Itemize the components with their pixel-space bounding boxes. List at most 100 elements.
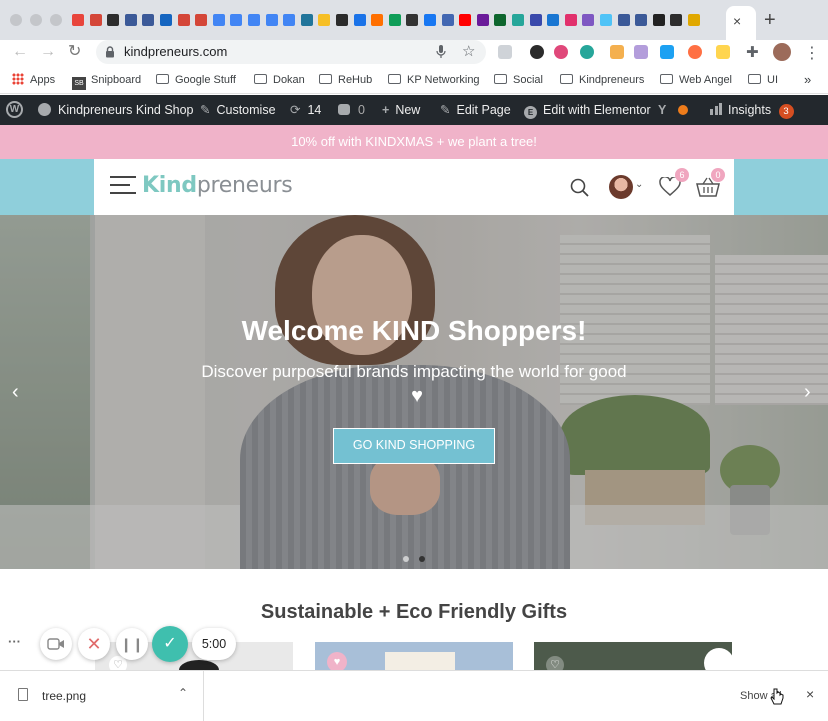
pinned-tab-favicon[interactable] (388, 14, 401, 26)
pinned-tab-favicon[interactable] (688, 14, 700, 26)
pinned-tab-favicon[interactable] (124, 14, 137, 26)
pinned-tab-favicon[interactable] (248, 14, 260, 26)
extension-icon[interactable] (688, 45, 702, 59)
window-close-button[interactable] (10, 14, 22, 26)
updates-link[interactable]: ⟳ 14 (290, 103, 321, 117)
pinned-tab-favicon[interactable] (564, 14, 577, 26)
pinned-tab-favicon[interactable] (406, 14, 419, 26)
bookmark-apps[interactable]: Apps (12, 72, 55, 88)
share-icon[interactable] (498, 45, 512, 59)
chevron-down-icon[interactable]: ⌄ (635, 179, 643, 190)
camera-toggle-icon[interactable] (40, 628, 72, 660)
edit-page-link[interactable]: ✎ Edit Page (440, 103, 511, 117)
slider-dot[interactable] (403, 556, 409, 562)
close-download-bar-icon[interactable]: × (806, 686, 814, 702)
pinned-tab-favicon[interactable] (600, 14, 612, 26)
yoast-seo-link[interactable]: Y (658, 103, 689, 117)
edit-with-elementor-link[interactable]: E Edit with Elementor (524, 103, 651, 119)
bookmark-snipboard[interactable]: SB Snipboard (72, 72, 141, 90)
highlighter-extension-icon[interactable] (716, 45, 730, 59)
account-avatar[interactable] (609, 175, 633, 199)
pinned-tab-favicon[interactable] (107, 14, 120, 26)
pinned-tab-favicon[interactable] (635, 14, 648, 26)
color-extension-icon[interactable] (554, 45, 568, 59)
extensions-puzzle-icon[interactable]: ✚ (746, 43, 759, 61)
pinned-tab-favicon[interactable] (89, 14, 102, 26)
bookmark-rehub[interactable]: ReHub (319, 72, 372, 88)
back-button[interactable]: ← (12, 42, 28, 62)
search-icon[interactable] (570, 178, 590, 198)
pinned-tab-favicon[interactable] (441, 14, 454, 26)
microphone-icon[interactable] (436, 45, 446, 59)
finish-recording-button[interactable]: ✓ (152, 626, 188, 662)
notes-extension-icon[interactable] (610, 45, 624, 59)
eyedropper-extension-icon[interactable] (530, 45, 544, 59)
go-kind-shopping-button[interactable]: GO KIND SHOPPING (333, 428, 495, 464)
new-tab-button[interactable]: + (764, 10, 776, 30)
bookmark-dokan[interactable]: Dokan (254, 72, 305, 88)
pinned-tab-favicon[interactable] (353, 14, 366, 26)
pinned-tab-favicon[interactable] (670, 14, 683, 26)
pinned-tab-favicon[interactable] (230, 14, 243, 26)
recorder-more-icon[interactable]: ··· (8, 634, 21, 649)
bookmark-kindpreneurs[interactable]: Kindpreneurs (560, 72, 644, 88)
grammarly-extension-icon[interactable] (580, 45, 594, 59)
tab-close-icon[interactable]: × (733, 13, 741, 29)
slider-next-arrow-icon[interactable]: › (804, 381, 811, 404)
pinned-tab-favicon[interactable] (512, 14, 524, 26)
bookmark-kp-networking[interactable]: KP Networking (388, 72, 480, 88)
pinned-tab-favicon[interactable] (318, 14, 331, 26)
insights-link[interactable]: Insights 3 (710, 103, 794, 119)
pinned-tab-favicon[interactable] (142, 14, 155, 26)
pinned-tab-favicon[interactable] (300, 14, 313, 26)
browser-menu-icon[interactable]: ⋮ (804, 43, 820, 63)
pinned-tab-favicon[interactable] (177, 14, 190, 26)
window-zoom-button[interactable] (50, 14, 62, 26)
pinned-tab-favicon[interactable] (617, 14, 630, 26)
pinned-tab-favicon[interactable] (424, 14, 436, 26)
pinned-tab-favicon[interactable] (547, 14, 560, 26)
customise-link[interactable]: ✎ Customise (200, 103, 276, 117)
profile-avatar[interactable] (773, 43, 791, 61)
pinned-tab-favicon[interactable] (72, 14, 84, 26)
pinned-tab-favicon[interactable] (160, 14, 172, 26)
bookmark-web-angel[interactable]: Web Angel (660, 72, 732, 88)
pinned-tab-favicon[interactable] (494, 14, 507, 26)
pinned-tab-favicon[interactable] (582, 14, 595, 26)
pinned-tab-favicon[interactable] (212, 14, 225, 26)
chevron-up-icon[interactable]: ⌃ (178, 686, 188, 700)
cancel-recording-button[interactable]: ✕ (78, 628, 110, 660)
bookmark-ui[interactable]: UI (748, 72, 778, 88)
vimeo-extension-icon[interactable] (660, 45, 674, 59)
pause-recording-button[interactable]: ❙❙ (116, 628, 148, 660)
pinned-tab-favicon[interactable] (265, 14, 278, 26)
pinned-tab-favicon[interactable] (336, 14, 348, 26)
download-item[interactable]: tree.png ⌃ (0, 671, 204, 721)
pinned-tab-favicon[interactable] (476, 14, 489, 26)
slider-dot-active[interactable] (419, 556, 425, 562)
pinned-tab-favicon[interactable] (652, 14, 665, 26)
wordpress-logo-icon[interactable]: W (6, 101, 23, 118)
comments-link[interactable]: 0 (338, 103, 365, 117)
window-minimize-button[interactable] (30, 14, 42, 26)
slider-prev-arrow-icon[interactable]: ‹ (12, 381, 19, 404)
site-logo[interactable]: Kindpreneurs (142, 173, 293, 198)
bookmark-star-icon[interactable]: ☆ (462, 42, 475, 60)
promo-banner[interactable]: 10% off with KINDXMAS + we plant a tree! (0, 125, 828, 159)
wishlist-heart-icon[interactable]: ♥ (327, 652, 347, 672)
site-name-link[interactable]: Kindpreneurs Kind Shop (38, 103, 194, 117)
address-bar[interactable]: kindpreneurs.com ☆ (96, 40, 486, 64)
pinned-tab-favicon[interactable] (283, 14, 296, 26)
hamburger-menu-icon[interactable] (94, 159, 138, 215)
forward-button[interactable]: → (40, 42, 56, 62)
pinned-tab-favicon[interactable] (371, 14, 384, 26)
product-card[interactable]: ♡ (534, 642, 732, 672)
new-content-link[interactable]: + New (382, 103, 420, 117)
reload-button[interactable]: ↻ (68, 42, 81, 62)
pinned-tab-favicon[interactable] (459, 14, 472, 26)
bookmark-social[interactable]: Social (494, 72, 543, 88)
pinned-tab-favicon[interactable] (195, 14, 208, 26)
show-all-button[interactable]: Show all (726, 683, 798, 709)
pinned-tab-favicon[interactable] (529, 14, 542, 26)
more-bookmarks-icon[interactable]: » (804, 72, 811, 88)
